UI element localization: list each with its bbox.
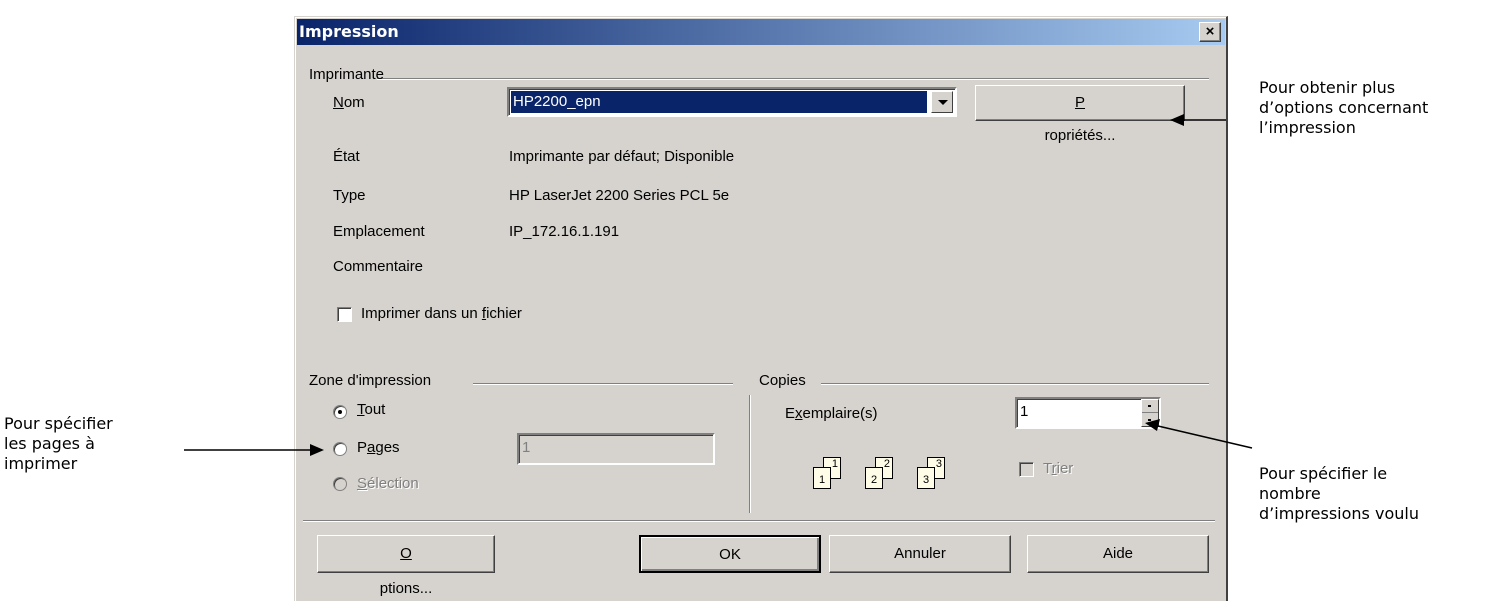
annotation-arrows	[184, 114, 1253, 456]
arrow-to-pages	[184, 444, 324, 456]
arrow-to-properties	[1170, 114, 1226, 126]
arrow-to-copies	[1145, 419, 1253, 449]
